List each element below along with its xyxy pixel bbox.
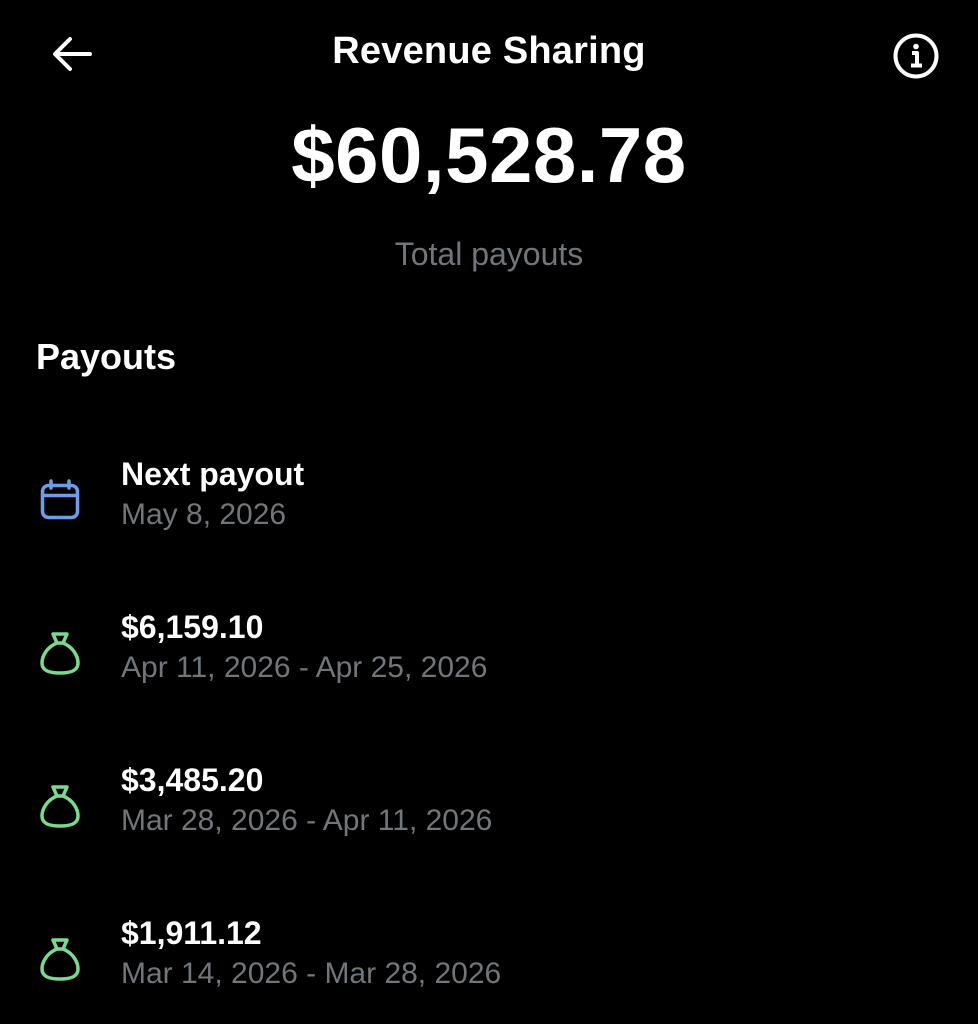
- payout-period: Apr 11, 2026 - Apr 25, 2026: [121, 651, 488, 684]
- next-payout-title: Next payout: [121, 456, 305, 492]
- total-payouts-label: Total payouts: [394, 236, 584, 272]
- page-title: Revenue Sharing: [332, 30, 646, 72]
- payout-row[interactable]: $1,911.12 Mar 14, 2026 - Mar 28, 2026: [0, 915, 978, 1024]
- payouts-section-title: Payouts: [36, 336, 177, 377]
- revenue-sharing-screen: Revenue Sharing $60,528.78 Total payouts…: [0, 0, 978, 1024]
- total-payouts-amount: $60,528.78: [291, 111, 687, 199]
- info-button[interactable]: [886, 26, 946, 86]
- money-bag-icon: [34, 627, 86, 679]
- money-bag-icon: [34, 780, 86, 832]
- payout-period: Mar 14, 2026 - Mar 28, 2026: [121, 957, 502, 990]
- payout-amount: $3,485.20: [121, 762, 264, 798]
- money-bag-icon: [34, 933, 86, 985]
- payout-row[interactable]: $3,485.20 Mar 28, 2026 - Apr 11, 2026: [0, 762, 978, 872]
- info-icon: [893, 33, 939, 79]
- payout-row[interactable]: $6,159.10 Apr 11, 2026 - Apr 25, 2026: [0, 609, 978, 719]
- payout-amount: $6,159.10: [121, 609, 264, 645]
- next-payout-date: May 8, 2026: [121, 498, 287, 531]
- calendar-icon: [34, 474, 86, 526]
- payout-period: Mar 28, 2026 - Apr 11, 2026: [121, 804, 493, 837]
- payout-amount: $1,911.12: [121, 915, 262, 951]
- next-payout-row: Next payout May 8, 2026: [0, 456, 978, 566]
